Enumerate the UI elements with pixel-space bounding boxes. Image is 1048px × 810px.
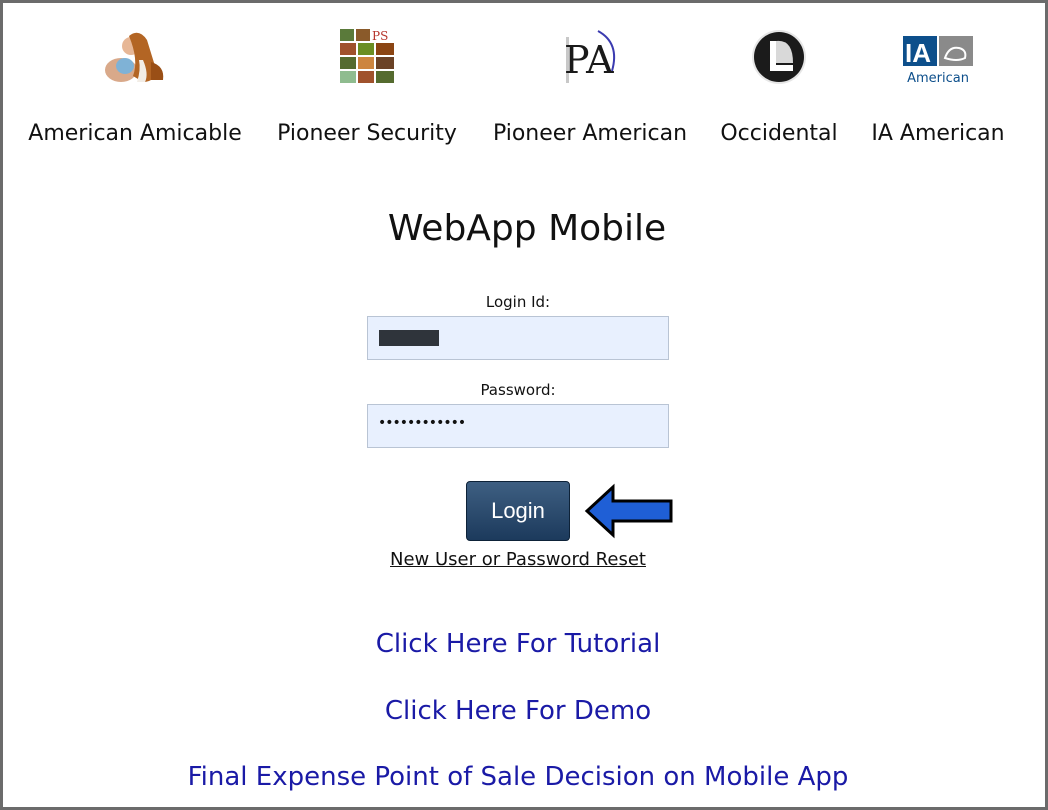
ps-logo-icon: PS — [265, 25, 469, 89]
dog-logo-icon — [33, 25, 237, 89]
carrier-name: American Amicable — [28, 121, 242, 146]
pa-logo-icon: PA — [488, 25, 692, 89]
ia-logo-text: IA — [905, 38, 931, 68]
tutorial-link[interactable]: Click Here For Tutorial — [3, 629, 1033, 659]
login-id-input[interactable] — [367, 316, 669, 360]
carrier-name: Pioneer American — [492, 121, 688, 146]
demo-link[interactable]: Click Here For Demo — [3, 696, 1033, 726]
carrier-pioneer-american[interactable]: PA Pioneer American — [488, 25, 692, 146]
carrier-ia-american[interactable]: IA American IA American — [838, 25, 1038, 146]
page-frame: American Amicable PS Pioneer Security PA… — [0, 0, 1048, 810]
carrier-pioneer-security[interactable]: PS Pioneer Security — [265, 25, 469, 146]
arrow-left-icon — [584, 483, 673, 539]
page-title: WebApp Mobile — [387, 208, 667, 249]
carrier-name: IA American — [871, 121, 1005, 146]
ia-logo-subtext: American — [907, 71, 969, 86]
new-user-password-reset-link[interactable]: New User or Password Reset — [3, 549, 1033, 570]
password-input[interactable]: •••••••••••• — [367, 404, 669, 448]
password-dots: •••••••••••• — [378, 415, 466, 431]
redacted-value — [379, 330, 439, 346]
password-label: Password: — [480, 381, 556, 399]
carrier-american-amicable[interactable]: American Amicable — [28, 25, 242, 146]
pa-logo-text: PA — [564, 38, 614, 82]
login-button[interactable]: Login — [466, 481, 570, 541]
ia-logo-icon: IA American — [838, 25, 1038, 89]
ps-logo-text: PS — [372, 29, 388, 43]
carrier-name: Pioneer Security — [277, 121, 457, 146]
carrier-name: Occidental — [720, 121, 838, 146]
final-expense-link[interactable]: Final Expense Point of Sale Decision on … — [3, 762, 1033, 792]
login-id-label: Login Id: — [485, 293, 551, 311]
